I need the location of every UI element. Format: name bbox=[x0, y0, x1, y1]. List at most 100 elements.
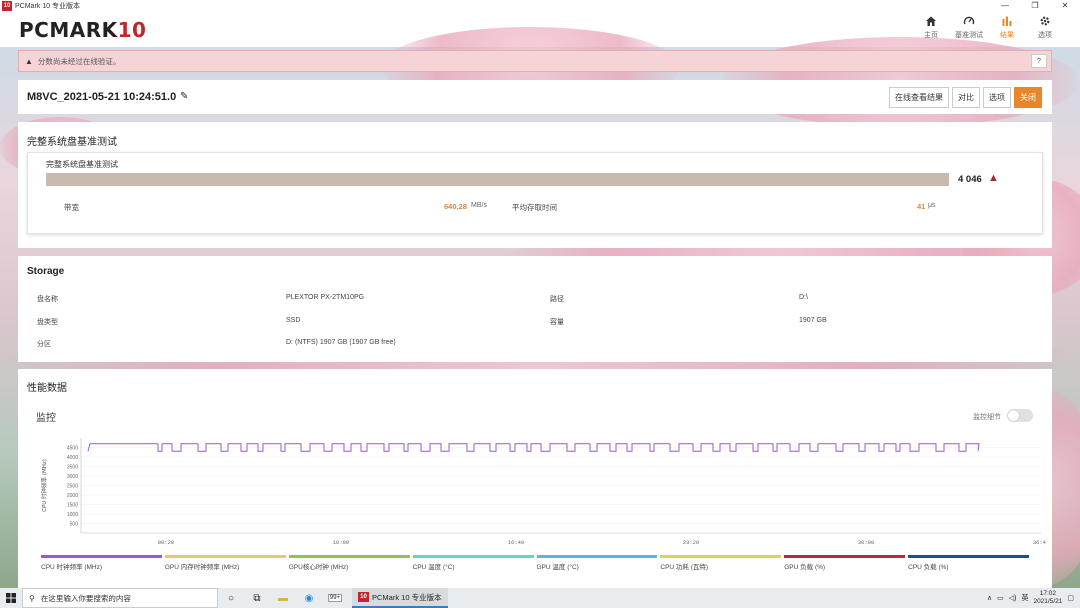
storage-value: D: (NTFS) 1907 GB (1907 GB free) bbox=[286, 339, 396, 346]
nav-results[interactable]: 结果 bbox=[992, 15, 1022, 40]
legend-item[interactable]: CPU 功耗 (瓦特) bbox=[660, 555, 782, 571]
monitor-details-toggle[interactable] bbox=[1007, 409, 1033, 422]
benchmark-section-title: 完整系统盘基准测试 bbox=[27, 137, 117, 148]
x-tick-label: 30:00 bbox=[858, 539, 875, 546]
y-tick-label: 4500 bbox=[67, 446, 78, 452]
latency-unit: μs bbox=[928, 202, 936, 209]
taskbar-pcmark[interactable]: 10 PCMark 10 专业版本 bbox=[352, 588, 448, 608]
legend-item[interactable]: CPU 时钟频率 (MHz) bbox=[41, 555, 162, 571]
system-tray: ∧ ▭ ◁) 英 17:02 2021/5/21 ▢ bbox=[987, 590, 1080, 606]
storage-label: 盘名称 bbox=[37, 296, 58, 303]
app-icon: 10 bbox=[2, 1, 12, 11]
result-title: M8VC_2021-05-21 10:24:51.0 bbox=[27, 91, 177, 103]
nav-benchmarks[interactable]: 基准测试 bbox=[954, 15, 984, 40]
window-title: PCMark 10 专业版本 bbox=[15, 3, 80, 10]
nav-options[interactable]: 选项 bbox=[1030, 15, 1060, 40]
monitor-title: 监控 bbox=[36, 413, 56, 424]
storage-label: 容量 bbox=[550, 319, 564, 326]
clock-time: 17:02 bbox=[1039, 590, 1057, 597]
edge-icon[interactable]: ◉ bbox=[296, 588, 322, 608]
help-button[interactable]: ? bbox=[1031, 54, 1047, 68]
y-tick-label: 3000 bbox=[67, 474, 78, 480]
main-nav: 主页 基准测试 结果 选项 bbox=[916, 15, 1060, 40]
file-explorer-icon[interactable]: ▬ bbox=[270, 588, 296, 608]
x-tick-label: 23:20 bbox=[683, 539, 700, 546]
result-header: M8VC_2021-05-21 10:24:51.0 ✎ 在线查看结果 对比 选… bbox=[18, 80, 1052, 114]
bandwidth-unit: MB/s bbox=[471, 202, 487, 209]
legend-item[interactable]: GPU 内存时钟频率 (MHz) bbox=[164, 555, 286, 571]
legend-item[interactable]: CPU 温度 (°C) bbox=[412, 555, 534, 571]
ime-indicator[interactable]: 英 bbox=[1021, 593, 1028, 603]
latency-value: 41 bbox=[917, 202, 926, 211]
y-tick-label: 2500 bbox=[67, 484, 78, 490]
compare-button[interactable]: 对比 bbox=[952, 87, 980, 108]
clock[interactable]: 17:02 2021/5/21 bbox=[1033, 590, 1062, 606]
y-tick-label: 1500 bbox=[67, 503, 78, 509]
maximize-button[interactable]: ❐ bbox=[1020, 0, 1050, 12]
validation-warning: ▲ 分数尚未经过在线验证。 ? bbox=[18, 50, 1052, 72]
storage-label: 路径 bbox=[550, 296, 564, 303]
warning-icon: ▲ bbox=[25, 56, 33, 66]
x-tick-label: 00:20 bbox=[158, 539, 175, 546]
monitor-chart: 500 1000 1500 2000 2500 3000 3500 4000 4500 CPU 时… bbox=[40, 438, 1046, 546]
warning-text: 分数尚未经过在线验证。 bbox=[37, 56, 121, 66]
latency-label: 平均存取时间 bbox=[512, 203, 557, 212]
nav-home[interactable]: 主页 bbox=[916, 15, 946, 40]
gear-icon bbox=[1040, 16, 1050, 26]
y-axis-label: CPU 时钟频率 (MHz) bbox=[40, 459, 48, 512]
gauge-icon bbox=[963, 16, 975, 25]
y-tick-label: 4000 bbox=[67, 455, 78, 461]
y-tick-label: 500 bbox=[70, 522, 79, 528]
start-button[interactable] bbox=[0, 588, 22, 608]
pcmark-task-icon: 10 bbox=[358, 592, 369, 602]
benchmark-panel: 完整系统盘基准测试 完整系统盘基准测试 4 046 ▲ 带宽 640.28 MB… bbox=[18, 122, 1052, 248]
bandwidth-value: 640.28 bbox=[444, 202, 467, 211]
windows-icon bbox=[6, 593, 16, 603]
tray-chevron-icon[interactable]: ∧ bbox=[987, 594, 992, 602]
storage-section-title: Storage bbox=[27, 266, 65, 277]
volume-icon[interactable]: ◁) bbox=[1009, 594, 1017, 602]
legend-item[interactable]: CPU 负载 (%) bbox=[908, 555, 1029, 571]
storage-label: 盘类型 bbox=[37, 319, 58, 326]
cortana-icon[interactable]: ○ bbox=[218, 588, 244, 608]
pcmark-logo: PCMARK10 bbox=[19, 18, 147, 42]
legend-item[interactable]: GPU 温度 (°C) bbox=[536, 555, 658, 571]
score-warning-icon: ▲ bbox=[988, 172, 999, 184]
performance-section-title: 性能数据 bbox=[27, 383, 67, 394]
task-view-icon[interactable]: ⧉ bbox=[244, 588, 270, 608]
view-online-button[interactable]: 在线查看结果 bbox=[889, 87, 949, 108]
options-button[interactable]: 选项 bbox=[983, 87, 1011, 108]
edit-icon[interactable]: ✎ bbox=[180, 91, 188, 102]
legend-item[interactable]: GPU核心时钟 (MHz) bbox=[288, 555, 410, 571]
score-value: 4 046 bbox=[958, 174, 982, 185]
window-titlebar: 10 PCMark 10 专业版本 — ❐ ✕ bbox=[0, 0, 1080, 12]
network-icon[interactable]: ▭ bbox=[997, 594, 1004, 602]
chart-legend: CPU 时钟频率 (MHz) GPU 内存时钟频率 (MHz) GPU核心时钟 (M… bbox=[41, 555, 1029, 571]
score-bar bbox=[46, 173, 949, 186]
taskbar: ⚲ 在这里输入你要搜索的内容 ○ ⧉ ▬ ◉ 99+ 10 PCMark 10 … bbox=[0, 588, 1080, 608]
test-name: 完整系统盘基准测试 bbox=[46, 160, 118, 169]
storage-panel: Storage 盘名称 PLEXTOR PX-2TM10PG 路径 D:\ 盘类… bbox=[18, 256, 1052, 362]
storage-label: 分区 bbox=[37, 341, 51, 348]
weather-icon[interactable]: 99+ bbox=[322, 588, 348, 608]
task-label: PCMark 10 专业版本 bbox=[372, 592, 442, 602]
performance-panel: 性能数据 监控 监控细节 500 1000 1500 2000 2500 3000 3500… bbox=[18, 369, 1052, 590]
x-tick-label: 10:00 bbox=[333, 539, 350, 546]
bar-chart-icon bbox=[1002, 16, 1012, 26]
legend-item[interactable]: GPU 负载 (%) bbox=[784, 555, 906, 571]
benchmark-card[interactable]: 完整系统盘基准测试 4 046 ▲ 带宽 640.28 MB/s 平均存取时间 … bbox=[27, 152, 1043, 234]
storage-value: D:\ bbox=[799, 294, 808, 301]
y-tick-label: 3500 bbox=[67, 465, 78, 471]
search-icon: ⚲ bbox=[29, 593, 35, 603]
y-tick-label: 1000 bbox=[67, 512, 78, 518]
bandwidth-label: 带宽 bbox=[64, 203, 79, 212]
close-window-button[interactable]: ✕ bbox=[1050, 0, 1080, 12]
minimize-button[interactable]: — bbox=[990, 0, 1020, 12]
notification-icon[interactable]: ▢ bbox=[1067, 594, 1074, 602]
storage-value: SSD bbox=[286, 317, 301, 324]
x-tick-label: 16:40 bbox=[508, 539, 525, 546]
close-button[interactable]: 关闭 bbox=[1014, 87, 1042, 108]
y-tick-label: 2000 bbox=[67, 493, 78, 499]
search-placeholder: 在这里输入你要搜索的内容 bbox=[40, 593, 131, 603]
taskbar-search[interactable]: ⚲ 在这里输入你要搜索的内容 bbox=[22, 588, 218, 608]
